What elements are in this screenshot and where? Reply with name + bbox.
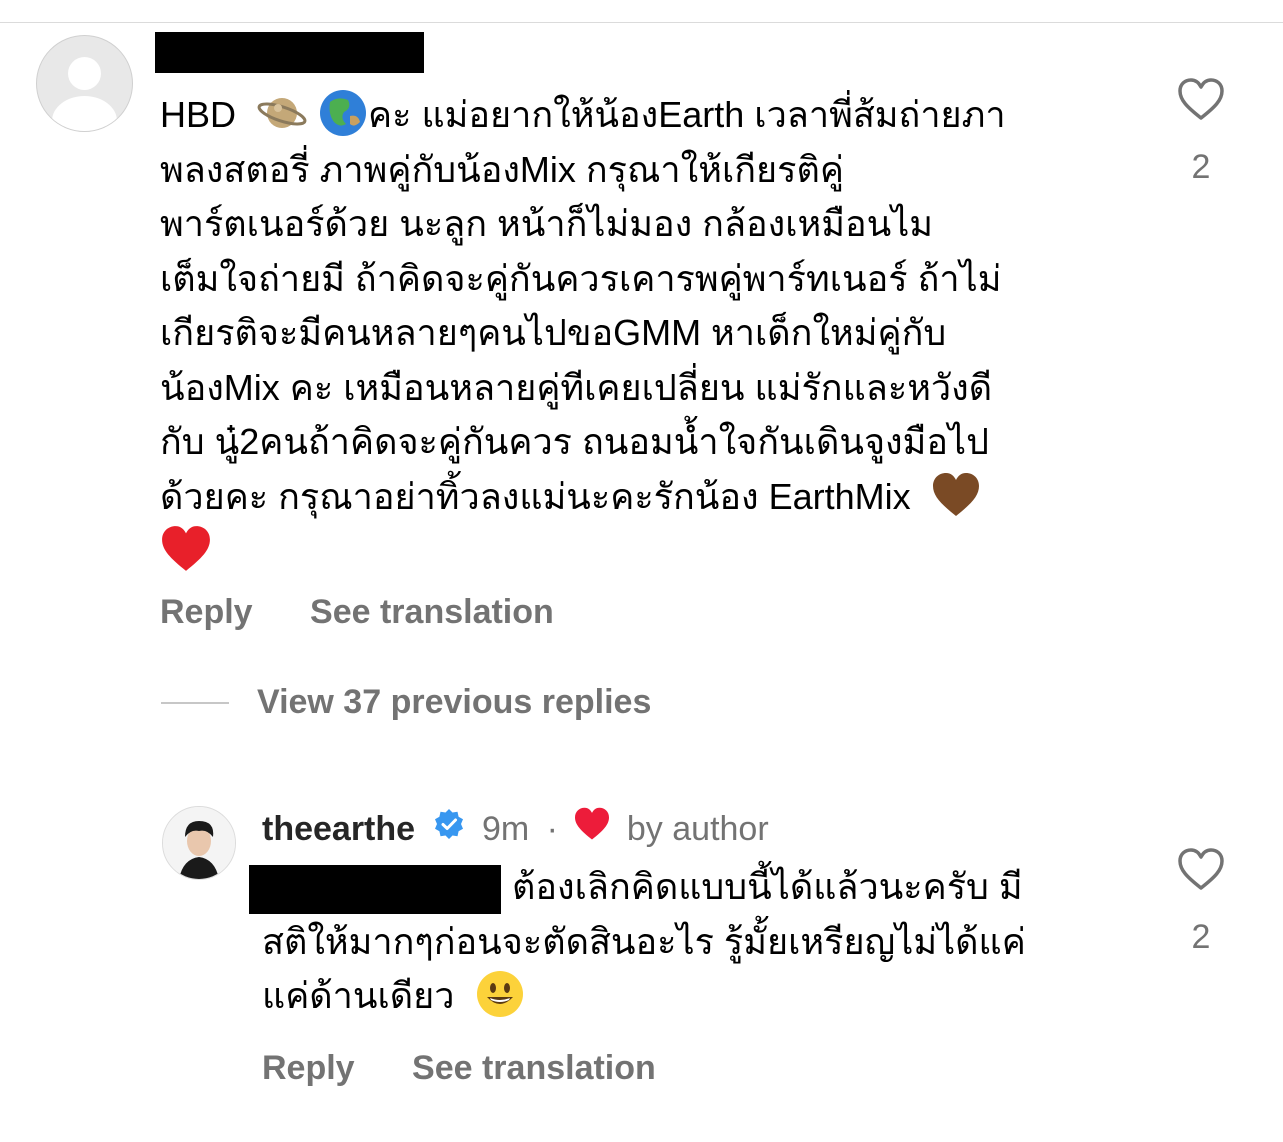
reply-time: 9m: [481, 810, 530, 849]
avatar-head-shape: [68, 57, 101, 90]
smiley-emoji: [475, 969, 525, 1019]
comment-text-segment: HBD: [160, 94, 237, 135]
comment-text-segment: คะ แม่อยากให้น้องEarth เวลาพี่ส้มถ่ายภา: [368, 94, 1006, 135]
author-avatar[interactable]: [162, 806, 236, 880]
comment-line: น้องMix คะ เหมือนหลายคู่ทีเคยเปลี่ยน แม่…: [160, 366, 993, 408]
comment-line: HBD คะ แม่อยากให้น้องEarth เวลาพี่ส้มถ่า…: [160, 88, 1120, 143]
comment-line: พาร์ตเนอร์ด้วย นะลูก หน้าก็ไม่มอง กล้องเ…: [160, 203, 934, 244]
comment-line: ด้วยคะ กรุณาอย่าทิ้วลงแม่นะคะรักน้อง Ear…: [160, 470, 1120, 525]
globe-asia-emoji: [318, 88, 368, 138]
redacted-mention: [249, 865, 501, 914]
replies-rule: [161, 701, 229, 704]
author-username[interactable]: theearthe: [262, 808, 415, 850]
comment-like-count: 2: [1191, 148, 1211, 186]
meta-separator: ·: [546, 810, 558, 849]
reply-header: theearthe 9m · by author: [262, 806, 769, 851]
heart-outline-icon[interactable]: [1176, 846, 1226, 892]
commenter-avatar[interactable]: [36, 35, 133, 132]
comment-line: กับ นู๋2คนถ้าคิดจะคู่กันควร ถนอมน้ำใจกัน…: [160, 421, 989, 462]
avatar-shoulders-shape: [52, 96, 117, 131]
ringed-planet-emoji: [256, 90, 308, 136]
view-previous-replies[interactable]: View 37 previous replies: [161, 683, 651, 722]
reply-text-segment: แค่ด้านเดียว: [262, 975, 455, 1016]
red-heart-emoji: [160, 525, 212, 573]
comment-line: [160, 524, 1120, 579]
comment-line: พลงสตอรี่ ภาพคู่กับน้องMix กรุณาให้เกียร…: [160, 148, 844, 190]
comment-text-segment: ด้วยคะ กรุณาอย่าทิ้วลงแม่นะคะรักน้อง Ear…: [160, 475, 911, 517]
comment-actions: Reply See translation: [160, 593, 554, 632]
reply-actions: Reply See translation: [262, 1049, 656, 1088]
heart-outline-icon[interactable]: [1176, 76, 1226, 122]
reply-line: สติให้มากๆก่อนจะตัดสินอะไร รู้มั้ยเหรียญ…: [262, 920, 1026, 962]
reply-button[interactable]: Reply: [262, 1049, 355, 1088]
reply-button[interactable]: Reply: [160, 593, 253, 632]
comment-line: เกียรติจะมีคนหลายๆคนไปขอGMM หาเด็กใหม่คู…: [160, 312, 947, 353]
liked-by-author-heart-icon: [573, 807, 611, 851]
by-author-label: by author: [626, 810, 769, 849]
comment-body: HBD คะ แม่อยากให้น้องEarth เวลาพี่ส้มถ่า…: [160, 88, 1120, 579]
see-translation-button[interactable]: See translation: [310, 593, 554, 632]
top-divider: [0, 22, 1283, 23]
view-replies-label: View 37 previous replies: [257, 683, 652, 721]
verified-badge-icon: [433, 808, 465, 850]
reply-like-count: 2: [1191, 918, 1211, 956]
redacted-username: [155, 32, 424, 73]
reply-line: แค่ด้านเดียว: [262, 969, 1142, 1024]
see-translation-button[interactable]: See translation: [412, 1049, 656, 1088]
comment-line: เต็มใจถ่ายมี ถ้าคิดจะคู่กันควรเคารพคู่พา…: [160, 257, 1002, 299]
brown-heart-emoji: [931, 472, 981, 518]
